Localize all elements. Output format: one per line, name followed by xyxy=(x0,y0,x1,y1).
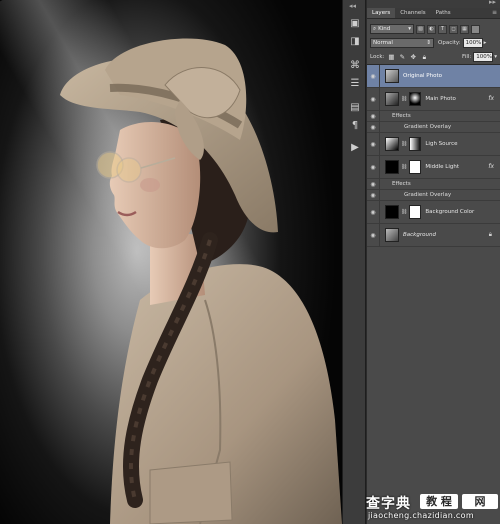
effects-label: Effects xyxy=(392,113,411,119)
layer-name: Original Photo xyxy=(403,73,442,79)
layer-light-source[interactable]: ◉ ⛓︎ Ligh Source xyxy=(367,132,500,156)
panel-tool-strip: ◂◂ ▣ ◨ ⌘ ☰ ▤ ¶ ▶ xyxy=(342,0,366,524)
lock-icon[interactable]: 🔒︎ xyxy=(489,231,492,239)
lock-image-icon[interactable]: ✎ xyxy=(398,53,406,61)
tab-paths[interactable]: Paths xyxy=(431,8,456,18)
paragraph-icon[interactable]: ¶ xyxy=(347,118,363,134)
layers-panel: ▸▸ Layers Channels Paths ≡ ⌕ Kind ▾ ▧ ◐ … xyxy=(367,0,500,524)
photo-woman-in-hat xyxy=(60,38,342,524)
lock-position-icon[interactable]: ✥ xyxy=(409,53,417,61)
blend-row: Normal ⇕ Opacity: 100% ▸ xyxy=(367,36,500,50)
visibility-eye-icon[interactable]: ◉ xyxy=(367,132,380,156)
fill-dropdown-icon[interactable]: ▾ xyxy=(494,54,497,60)
opacity-input[interactable]: 100% xyxy=(462,38,483,48)
layer-thumbnail xyxy=(385,160,399,174)
fx-icon[interactable]: fx xyxy=(488,163,494,170)
layer-name: Main Photo xyxy=(425,96,456,102)
fx-icon[interactable]: fx xyxy=(488,95,494,102)
visibility-eye-icon[interactable]: ◉ xyxy=(367,223,380,247)
chain-link-icon[interactable]: ⛓︎ xyxy=(401,96,407,102)
lock-label: Lock: xyxy=(370,54,385,60)
watermark-url: jiaocheng.chazidian.com xyxy=(368,511,474,520)
chevron-updown-icon: ⇕ xyxy=(426,40,431,46)
layer-name: Middle Light xyxy=(425,164,460,170)
panel-tabs: Layers Channels Paths ≡ xyxy=(367,8,500,19)
layers-list: ◉ Original Photo ◉ ⛓︎ Main Photo fx ◉ Ef… xyxy=(367,64,500,247)
adjustments-icon[interactable]: ⌘ xyxy=(347,58,363,74)
search-icon: ⌕ xyxy=(373,26,377,32)
chain-link-icon[interactable]: ⛓︎ xyxy=(401,141,407,147)
fill-label: Fill: xyxy=(462,54,472,60)
blend-mode-select[interactable]: Normal ⇕ xyxy=(370,38,434,48)
lock-row: Lock: ▦ ✎ ✥ 🔒︎ Fill: 100% ▾ xyxy=(367,50,500,64)
color-swatch-icon[interactable]: ◨ xyxy=(347,34,363,50)
opacity-label: Opacity: xyxy=(438,40,461,46)
layer-middle-light[interactable]: ◉ ⛓︎ Middle Light fx xyxy=(367,155,500,179)
visibility-eye-icon[interactable]: ◉ xyxy=(367,110,380,122)
collapse-arrows-icon[interactable]: ◂◂ xyxy=(349,2,356,10)
layer-name: Background xyxy=(403,232,436,238)
layers-panel-icon[interactable]: ▤ xyxy=(347,100,363,116)
layer-mask-thumbnail xyxy=(409,137,422,151)
watermark-site-name: 查字典 xyxy=(366,496,411,512)
fill-input[interactable]: 100% xyxy=(473,52,494,62)
visibility-eye-icon[interactable]: ◉ xyxy=(367,121,380,133)
effect-name: Gradient Overlay xyxy=(404,192,452,198)
panel-menu-icon[interactable]: ≡ xyxy=(492,8,500,18)
layer-mask-thumbnail xyxy=(409,205,422,219)
effect-gradient-overlay-row[interactable]: ◉ Gradient Overlay xyxy=(367,189,500,201)
document-canvas[interactable] xyxy=(0,0,342,524)
layer-mask-thumbnail xyxy=(409,160,422,174)
watermark: 查字典 教 程 网 jiaocheng.chazidian.com xyxy=(362,490,500,524)
actions-play-icon[interactable]: ▶ xyxy=(347,140,363,156)
chain-link-icon[interactable]: ⛓︎ xyxy=(401,209,407,215)
tab-layers[interactable]: Layers xyxy=(367,8,396,18)
filter-shape-icon[interactable]: ◻ xyxy=(449,24,458,34)
visibility-eye-icon[interactable]: ◉ xyxy=(367,189,380,201)
layer-background[interactable]: ◉ Background 🔒︎ xyxy=(367,223,500,247)
filter-adjustment-icon[interactable]: ◐ xyxy=(427,24,436,34)
effects-group-row[interactable]: ◉ Effects xyxy=(367,110,500,122)
layer-name: Ligh Source xyxy=(425,141,458,147)
layer-thumbnail xyxy=(385,205,399,219)
layer-thumbnail xyxy=(385,69,399,83)
lock-all-icon[interactable]: 🔒︎ xyxy=(420,53,428,61)
visibility-eye-icon[interactable]: ◉ xyxy=(367,64,380,88)
filter-kind-select[interactable]: ⌕ Kind ▾ xyxy=(370,24,414,34)
collapse-icon[interactable]: ▸▸ xyxy=(489,0,496,6)
watermark-badge-net: 网 xyxy=(462,494,498,509)
photoshop-window: ◂◂ ▣ ◨ ⌘ ☰ ▤ ¶ ▶ ▸▸ Layers Channels Path… xyxy=(0,0,500,524)
layer-original-photo[interactable]: ◉ Original Photo xyxy=(367,64,500,88)
filter-smart-object-icon[interactable]: ▦ xyxy=(460,24,469,34)
lock-transparent-icon[interactable]: ▦ xyxy=(387,53,395,61)
tab-channels[interactable]: Channels xyxy=(395,8,430,18)
visibility-eye-icon[interactable]: ◉ xyxy=(367,155,380,179)
layer-thumbnail xyxy=(385,137,399,151)
chain-link-icon[interactable]: ⛓︎ xyxy=(401,164,407,170)
watermark-badge-tutorial: 教 程 xyxy=(420,494,458,509)
visibility-eye-icon[interactable]: ◉ xyxy=(367,178,380,190)
panel-header: ▸▸ xyxy=(367,0,500,8)
visibility-eye-icon[interactable]: ◉ xyxy=(367,87,380,111)
filter-type-icon[interactable]: T xyxy=(438,24,447,34)
effects-group-row[interactable]: ◉ Effects xyxy=(367,178,500,190)
layer-thumbnail xyxy=(385,92,399,106)
filter-pixel-icon[interactable]: ▧ xyxy=(416,24,425,34)
layer-mask-thumbnail xyxy=(409,92,422,106)
filter-row: ⌕ Kind ▾ ▧ ◐ T ◻ ▦ xyxy=(367,22,500,36)
effect-name: Gradient Overlay xyxy=(404,124,452,130)
effects-label: Effects xyxy=(392,181,411,187)
layer-main-photo[interactable]: ◉ ⛓︎ Main Photo fx xyxy=(367,87,500,111)
layer-background-color[interactable]: ◉ ⛓︎ Background Color xyxy=(367,200,500,224)
effect-gradient-overlay-row[interactable]: ◉ Gradient Overlay xyxy=(367,121,500,133)
properties-icon[interactable]: ☰ xyxy=(347,76,363,92)
chevron-down-icon: ▾ xyxy=(408,26,411,32)
history-icon[interactable]: ▣ xyxy=(347,16,363,32)
layer-thumbnail xyxy=(385,228,399,242)
opacity-dropdown-icon[interactable]: ▸ xyxy=(484,40,487,46)
layer-name: Background Color xyxy=(425,209,475,215)
filter-toggle[interactable] xyxy=(471,24,480,34)
visibility-eye-icon[interactable]: ◉ xyxy=(367,200,380,224)
